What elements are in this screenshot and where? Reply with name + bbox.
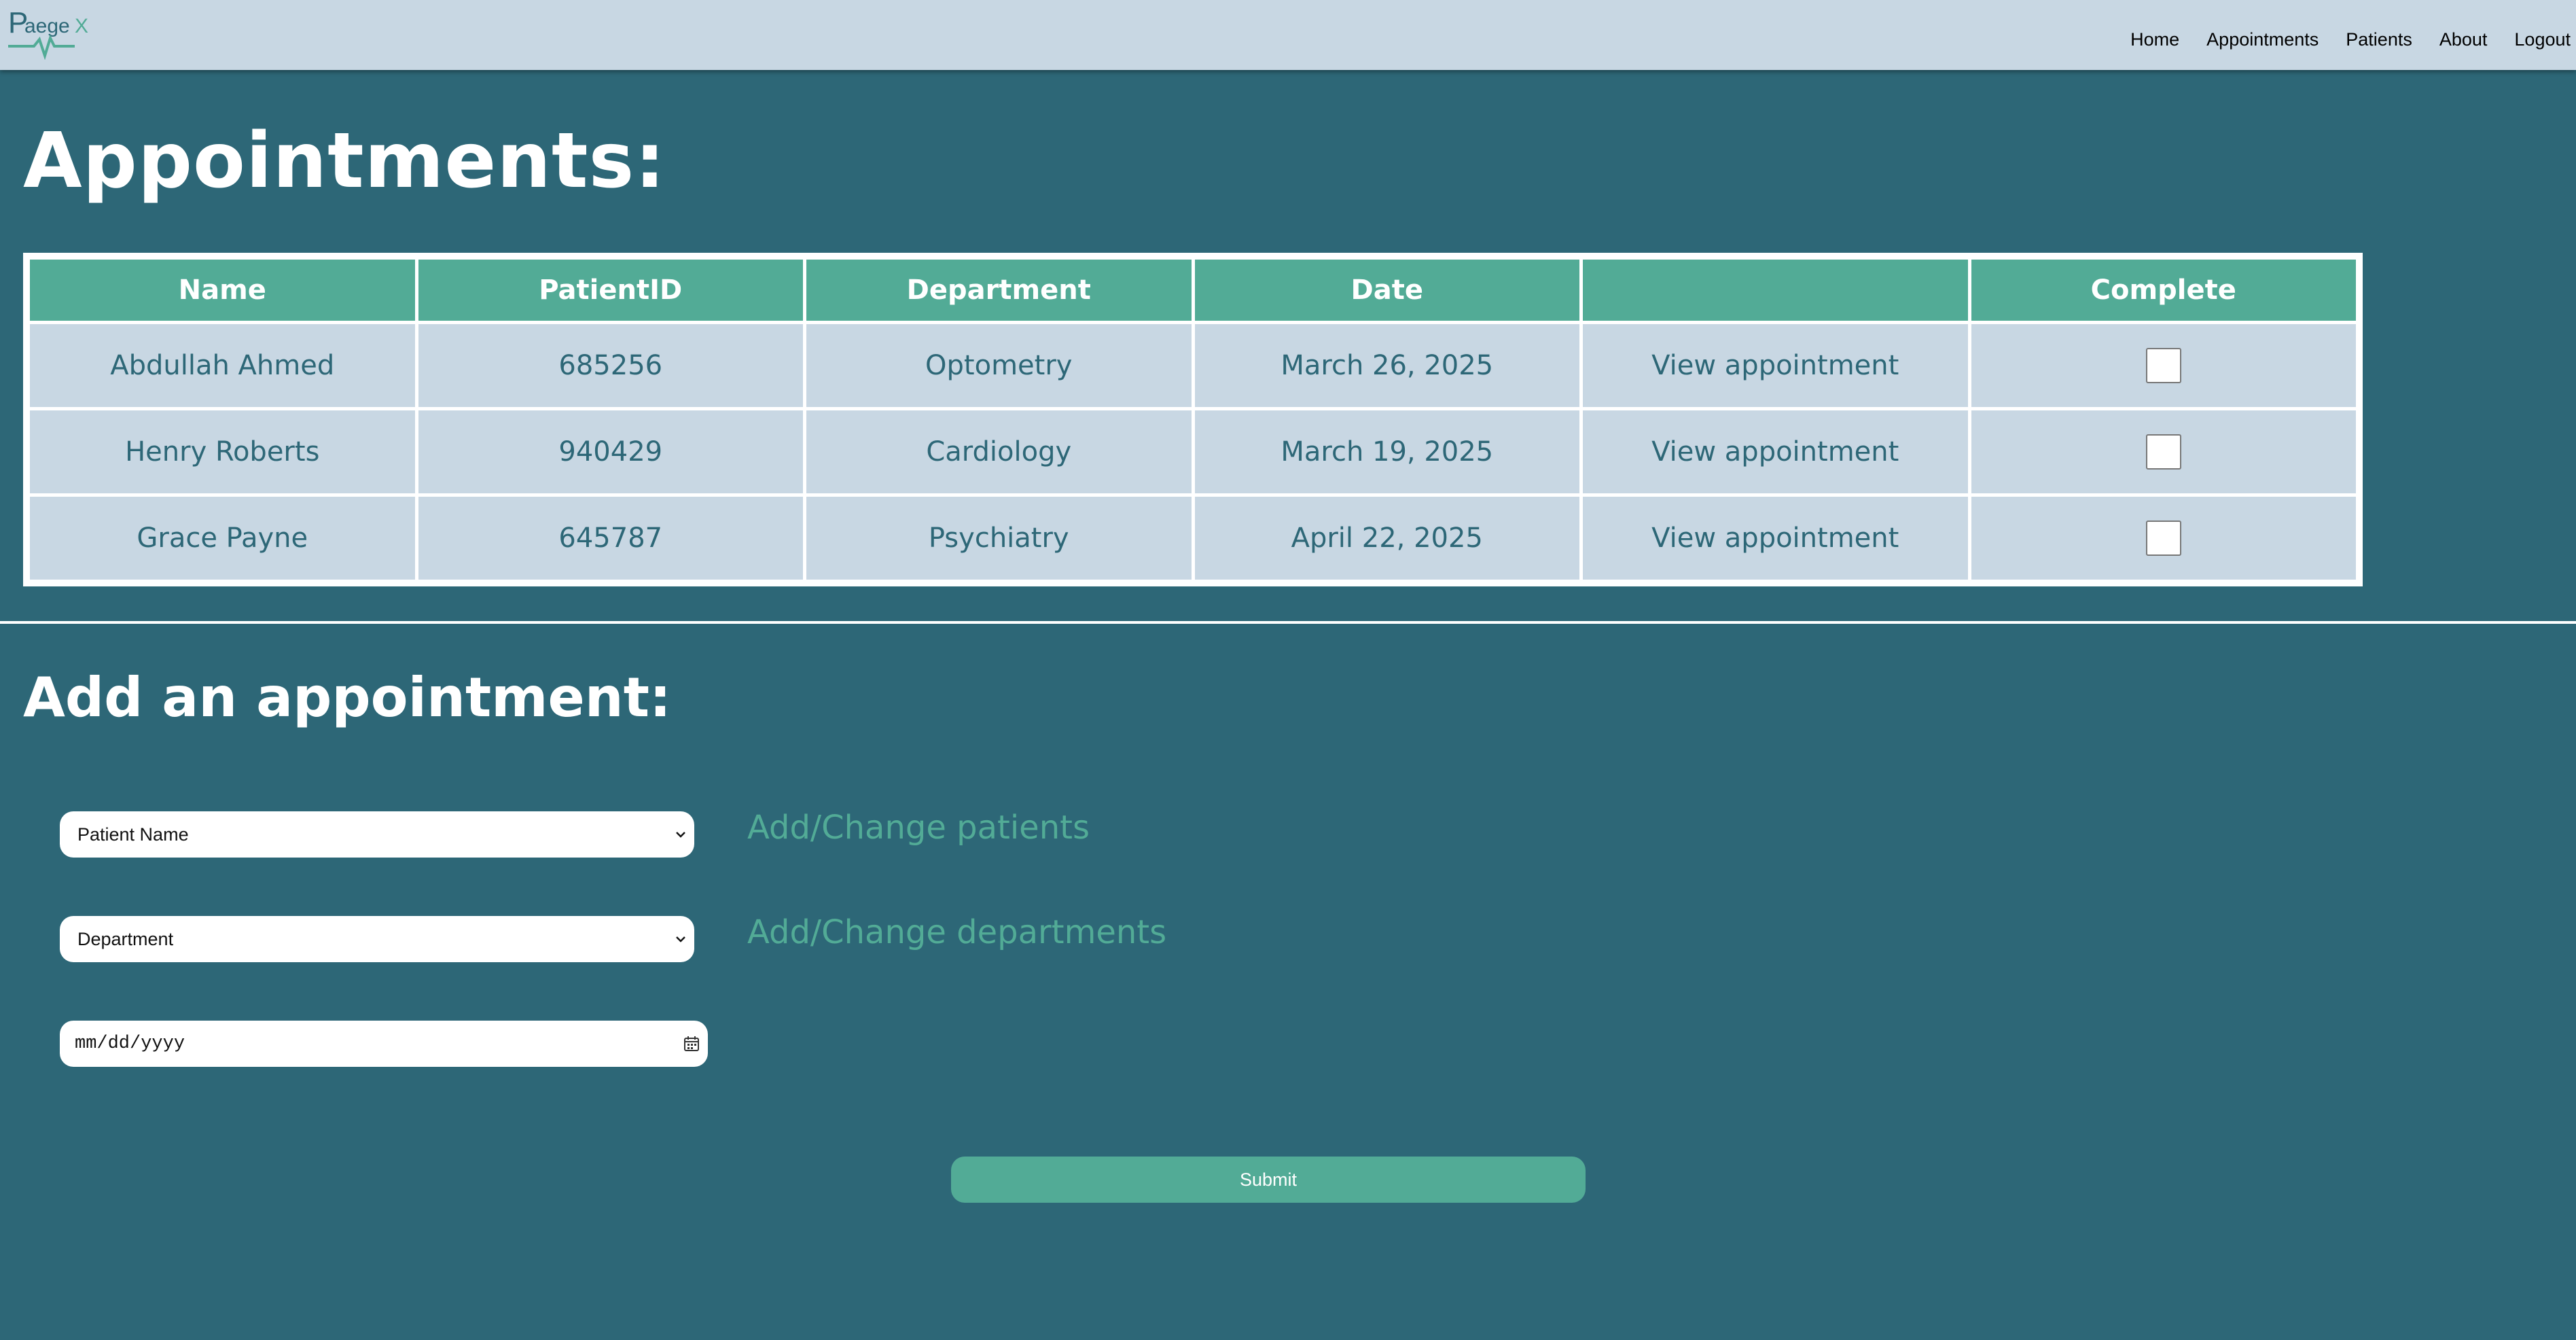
brand-logo[interactable]: P aege X — [7, 5, 95, 60]
header-complete: Complete — [1971, 260, 2356, 321]
department-select-value: Department — [77, 928, 174, 949]
cell-date: March 19, 2025 — [1194, 410, 1579, 493]
complete-checkbox[interactable] — [2145, 348, 2181, 383]
table-header-row: Name PatientID Department Date Complete — [30, 260, 2356, 321]
cell-department: Optometry — [806, 324, 1192, 407]
header-department: Department — [806, 260, 1192, 321]
cell-name: Henry Roberts — [30, 410, 415, 493]
cell-patient-id: 645787 — [418, 497, 803, 580]
cell-patient-id: 940429 — [418, 410, 803, 493]
svg-text:aege: aege — [24, 15, 70, 37]
logo-icon: P aege X — [8, 6, 88, 60]
header-patient-id: PatientID — [418, 260, 803, 321]
add-change-patients-link[interactable]: Add/Change patients — [747, 809, 1090, 847]
cell-complete — [1971, 324, 2356, 407]
top-navbar: P aege X Home Appointments Patients Abou… — [0, 0, 2576, 70]
table-row: Henry Roberts 940429 Cardiology March 19… — [30, 410, 2356, 493]
add-appointment-title: Add an appointment: — [23, 666, 671, 729]
header-date: Date — [1194, 260, 1579, 321]
patient-select[interactable]: Patient Name — [60, 811, 694, 858]
nav-about[interactable]: About — [2439, 29, 2488, 50]
cell-complete — [1971, 497, 2356, 580]
cell-date: April 22, 2025 — [1194, 497, 1579, 580]
nav-patients[interactable]: Patients — [2346, 29, 2412, 50]
chevron-down-icon — [676, 936, 685, 942]
header-name: Name — [30, 260, 415, 321]
cell-name: Abdullah Ahmed — [30, 324, 415, 407]
header-action — [1583, 260, 1968, 321]
date-input[interactable]: mm/dd/yyyy — [60, 1021, 708, 1067]
section-divider — [0, 621, 2576, 624]
date-placeholder: mm/dd/yyyy — [75, 1034, 185, 1054]
table-row: Grace Payne 645787 Psychiatry April 22, … — [30, 497, 2356, 580]
cell-patient-id: 685256 — [418, 324, 803, 407]
view-appointment-link[interactable]: View appointment — [1651, 350, 1899, 381]
cell-action: View appointment — [1583, 497, 1968, 580]
page-title: Appointments: — [23, 117, 666, 205]
cell-department: Psychiatry — [806, 497, 1192, 580]
calendar-icon[interactable] — [682, 1034, 701, 1053]
svg-text:X: X — [75, 15, 88, 37]
cell-action: View appointment — [1583, 324, 1968, 407]
patient-select-value: Patient Name — [77, 824, 189, 845]
submit-button[interactable]: Submit — [951, 1157, 1586, 1203]
cell-department: Cardiology — [806, 410, 1192, 493]
nav-logout[interactable]: Logout — [2514, 29, 2571, 50]
complete-checkbox[interactable] — [2145, 434, 2181, 470]
table-row: Abdullah Ahmed 685256 Optometry March 26… — [30, 324, 2356, 407]
view-appointment-link[interactable]: View appointment — [1651, 523, 1899, 554]
department-select[interactable]: Department — [60, 916, 694, 962]
complete-checkbox[interactable] — [2145, 521, 2181, 556]
nav-appointments[interactable]: Appointments — [2206, 29, 2319, 50]
nav-home[interactable]: Home — [2130, 29, 2179, 50]
nav-menu: Home Appointments Patients About Logout — [2130, 26, 2571, 53]
cell-action: View appointment — [1583, 410, 1968, 493]
appointments-table: Name PatientID Department Date Complete … — [23, 253, 2363, 586]
cell-date: March 26, 2025 — [1194, 324, 1579, 407]
add-change-departments-link[interactable]: Add/Change departments — [747, 913, 1166, 951]
chevron-down-icon — [676, 832, 685, 838]
view-appointment-link[interactable]: View appointment — [1651, 436, 1899, 468]
cell-name: Grace Payne — [30, 497, 415, 580]
cell-complete — [1971, 410, 2356, 493]
